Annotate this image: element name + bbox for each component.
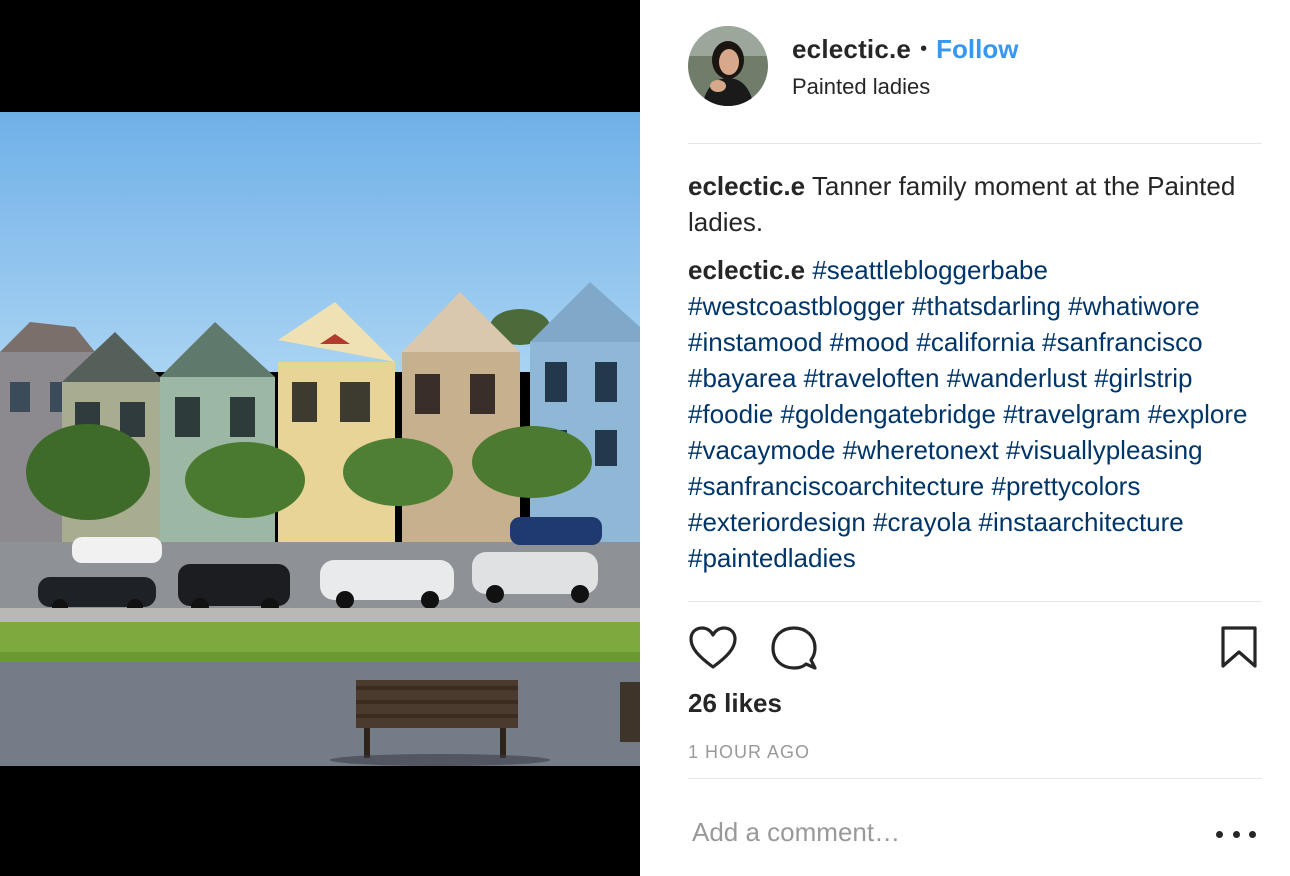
likes-count[interactable]: 26 likes [688, 688, 782, 719]
separator-dot: • [920, 38, 928, 60]
comments-list[interactable]: eclectic.e Tanner family moment at the P… [688, 168, 1262, 600]
hashtag-link[interactable]: #explore [1148, 399, 1248, 429]
more-dot [1232, 830, 1240, 838]
comment-input[interactable] [692, 817, 1172, 848]
hashtag-link[interactable]: #thatsdarling [912, 291, 1061, 321]
hashtag-link[interactable]: #goldengatebridge [781, 399, 996, 429]
more-dot [1216, 830, 1223, 838]
hashtag-link[interactable]: #traveloften [804, 363, 940, 393]
hashtag-link[interactable]: #bayarea [688, 363, 796, 393]
comment-username[interactable]: eclectic.e [688, 255, 805, 285]
hashtag-link[interactable]: #whatiwore [1068, 291, 1200, 321]
location-link[interactable]: Painted ladies [792, 74, 1018, 100]
more-dot [1249, 830, 1256, 838]
post-timestamp[interactable]: 1 HOUR AGO [688, 742, 810, 763]
hashtag-link[interactable]: #sanfranciscoarchitecture [688, 471, 984, 501]
hashtag-link[interactable]: #exteriordesign [688, 507, 866, 537]
avatar[interactable] [688, 26, 768, 106]
hashtag-link[interactable]: #seattlebloggerbabe [812, 255, 1048, 285]
post-photo[interactable] [0, 112, 640, 766]
hashtag-link[interactable]: #prettycolors [992, 471, 1141, 501]
hashtag-link[interactable]: #girlstrip [1094, 363, 1192, 393]
bookmark-icon[interactable] [1218, 624, 1268, 674]
user-line: eclectic.e • Follow [792, 32, 1018, 66]
avatar-image [688, 26, 768, 106]
post-header-text: eclectic.e • Follow Painted ladies [792, 32, 1018, 100]
post-side-panel: eclectic.e • Follow Painted ladies eclec… [640, 0, 1290, 876]
hashtag-link[interactable]: #visuallypleasing [1006, 435, 1203, 465]
hashtag-link[interactable]: #paintedladies [688, 543, 856, 573]
hashtag-link[interactable]: #sanfrancisco [1042, 327, 1202, 357]
follow-button[interactable]: Follow [936, 32, 1018, 66]
hashtag-link[interactable]: #travelgram [1003, 399, 1140, 429]
hashtag-link[interactable]: #wheretonext [843, 435, 999, 465]
hashtag-link[interactable]: #westcoastblogger [688, 291, 905, 321]
username-link[interactable]: eclectic.e [792, 32, 911, 66]
hashtag-link[interactable]: #instaarchitecture [979, 507, 1184, 537]
add-comment-section [688, 778, 1262, 876]
hashtag-link[interactable]: #vacaymode [688, 435, 835, 465]
hashtag-link[interactable]: #crayola [873, 507, 971, 537]
action-bar: 26 likes 1 HOUR AGO [688, 601, 1262, 779]
comment-username[interactable]: eclectic.e [688, 171, 805, 201]
painted-ladies-photo [0, 112, 640, 766]
heart-icon[interactable] [688, 624, 738, 674]
speech-bubble-icon[interactable] [770, 624, 820, 674]
hashtag-link[interactable]: #california [916, 327, 1035, 357]
hashtag-link[interactable]: #instamood [688, 327, 822, 357]
hashtag-list: #seattlebloggerbabe #westcoastblogger #t… [688, 255, 1247, 573]
comment-hashtags: eclectic.e #seattlebloggerbabe #westcoas… [688, 252, 1262, 576]
hashtag-link[interactable]: #wanderlust [947, 363, 1087, 393]
hashtag-link[interactable]: #foodie [688, 399, 773, 429]
post-header: eclectic.e • Follow Painted ladies [688, 24, 1262, 144]
more-options-icon[interactable] [1216, 819, 1256, 849]
media-pane [0, 0, 640, 876]
hashtag-link[interactable]: #mood [830, 327, 910, 357]
comment-caption: eclectic.e Tanner family moment at the P… [688, 168, 1262, 240]
